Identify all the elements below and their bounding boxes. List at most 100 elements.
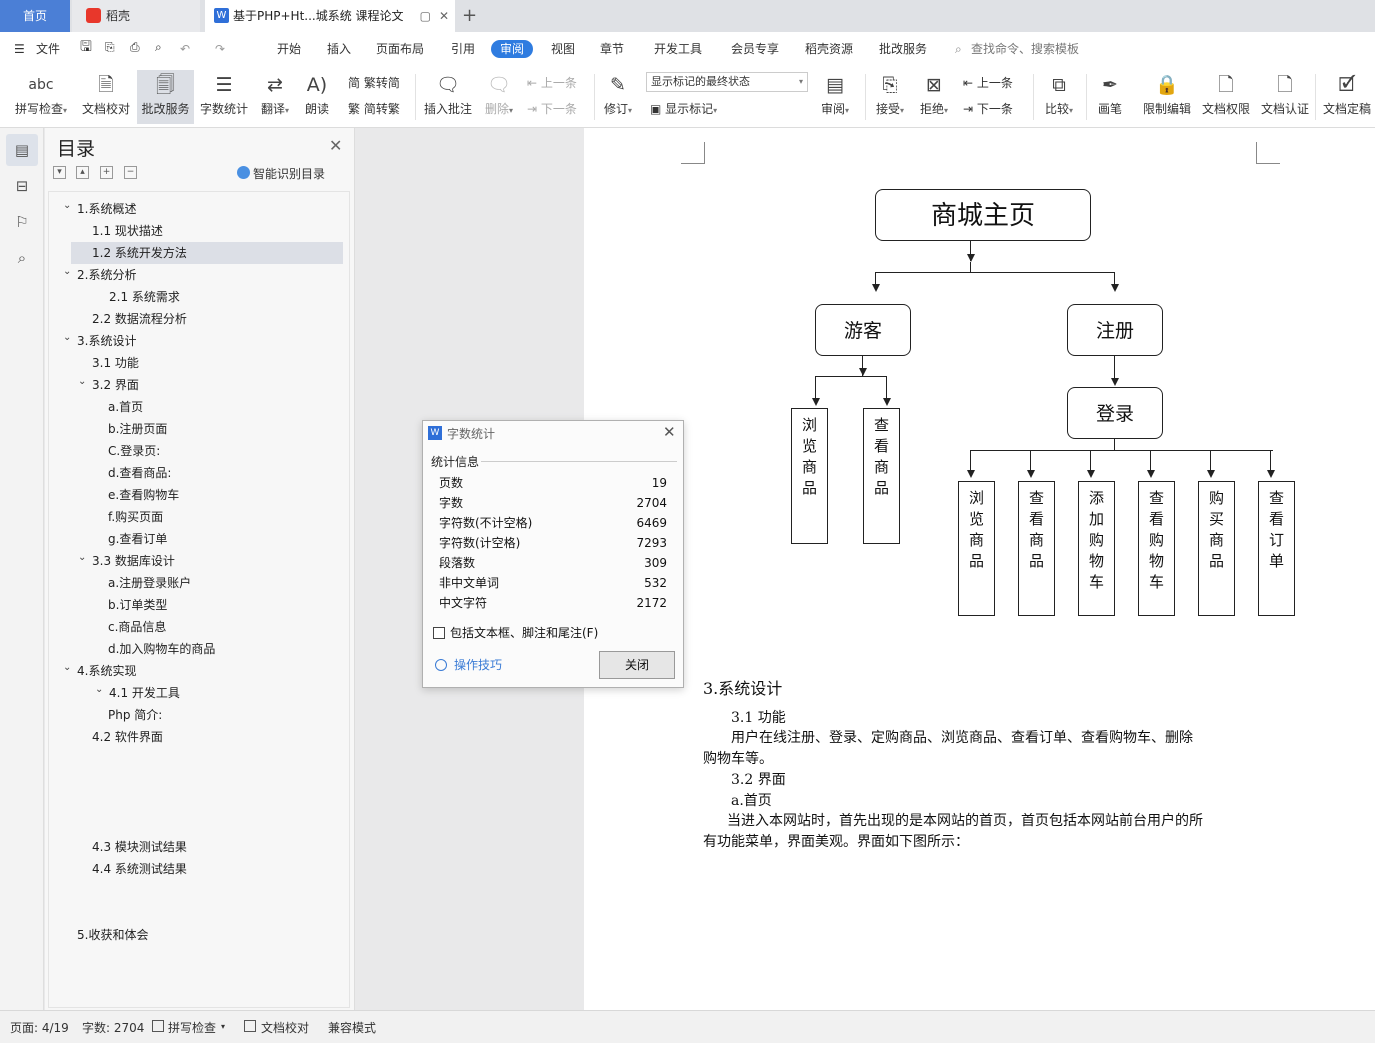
monitor-icon[interactable]: ▢ — [420, 0, 431, 32]
toc-item[interactable]: 4.4 系统测试结果 — [92, 858, 187, 880]
bookmark-icon[interactable]: ⚐ — [12, 212, 32, 232]
toc-item[interactable]: 3.3 数据库设计 — [92, 550, 175, 572]
simp-to-trad-button[interactable]: 繁 简转繁 — [348, 100, 400, 118]
toc-item[interactable]: C.登录页: — [108, 440, 160, 462]
tab-home[interactable]: 首页 — [0, 0, 70, 32]
toc-item[interactable]: 1.1 现状描述 — [92, 220, 163, 242]
expand-up-icon[interactable]: ▴ — [76, 166, 89, 179]
proofread-status[interactable]: 文档校对 — [261, 1019, 309, 1036]
toc-item[interactable]: 4.1 开发工具 — [109, 682, 180, 704]
prev-change-button[interactable]: ⇤ 上一条 — [963, 74, 1013, 92]
toc-item[interactable]: 3.1 功能 — [92, 352, 139, 374]
toc-item[interactable]: d.查看商品: — [108, 462, 171, 484]
doc-cert-button[interactable]: 🗋 文档认证 — [1258, 70, 1312, 124]
toc-icon[interactable]: ▤ — [12, 140, 32, 160]
toc-item[interactable]: 2.系统分析 — [77, 264, 136, 286]
pen-button[interactable]: ✒ 画笔 — [1094, 70, 1126, 124]
revise-button[interactable]: ✎ 修订▾ — [600, 70, 636, 124]
markup-state-select[interactable]: 显示标记的最终状态 ▾ — [646, 72, 808, 92]
toc-item[interactable]: c.商品信息 — [108, 616, 166, 638]
menu-reference[interactable]: 引用 — [451, 40, 475, 58]
menu-file[interactable]: 文件 — [36, 40, 60, 58]
tab-daoke[interactable]: 稻壳 — [72, 0, 200, 32]
menu-correction[interactable]: 批改服务 — [879, 40, 927, 58]
reject-button[interactable]: ⊠ 拒绝▾ — [915, 70, 953, 124]
toc-item[interactable]: 2.2 数据流程分析 — [92, 308, 187, 330]
spell-check-status[interactable]: 拼写检查 — [168, 1019, 216, 1036]
close-icon[interactable]: ✕ — [329, 136, 342, 155]
chevron-down-icon[interactable]: ⌄ — [78, 552, 86, 563]
document-page[interactable]: 商城主页 游客 注册浏览商品查看商品登录浏览商品查看商品添加购物车查看购物车购买商品… — [584, 128, 1375, 1010]
menu-devtools[interactable]: 开发工具 — [654, 40, 702, 58]
toc-item[interactable]: a.首页 — [108, 396, 143, 418]
collapse-all-icon[interactable]: ▾ — [53, 166, 66, 179]
chevron-down-icon[interactable]: ⌄ — [63, 200, 71, 211]
toc-item[interactable]: 4.系统实现 — [77, 660, 136, 682]
menu-member[interactable]: 会员专享 — [731, 40, 779, 58]
prev-comment-button[interactable]: ⇤ 上一条 — [527, 74, 577, 92]
smart-toc-button[interactable]: 智能识别目录 — [237, 165, 325, 182]
trad-to-simp-button[interactable]: 简 繁转简 — [348, 74, 400, 92]
restrict-edit-button[interactable]: 🔒 限制编辑 — [1140, 70, 1194, 124]
menu-start[interactable]: 开始 — [277, 40, 301, 58]
toc-item[interactable]: 4.2 软件界面 — [92, 726, 163, 748]
delete-comment-button[interactable]: 🗨 删除▾ — [480, 70, 518, 124]
menu-view[interactable]: 视图 — [551, 40, 575, 58]
menu-chapter[interactable]: 章节 — [600, 40, 624, 58]
menu-insert[interactable]: 插入 — [327, 40, 351, 58]
chevron-down-icon[interactable]: ⌄ — [95, 684, 103, 695]
compare-button[interactable]: ⧉ 比较▾ — [1040, 70, 1078, 124]
toc-item[interactable]: b.注册页面 — [108, 418, 167, 440]
review-button[interactable]: ▤ 审阅▾ — [816, 70, 854, 124]
toc-item[interactable]: d.加入购物车的商品 — [108, 638, 215, 660]
close-icon[interactable]: ✕ — [663, 423, 676, 441]
search-icon[interactable]: ⌕ — [12, 248, 32, 268]
toc-item[interactable]: 2.1 系统需求 — [109, 286, 180, 308]
toc-item[interactable]: Php 简介: — [108, 704, 162, 726]
include-textbox-checkbox[interactable] — [433, 627, 445, 639]
page-indicator[interactable]: 页面: 4/19 — [10, 1019, 69, 1036]
print-icon[interactable]: ⎙ — [130, 38, 140, 56]
chevron-down-icon[interactable]: ⌄ — [63, 266, 71, 277]
toc-item[interactable]: 1.2 系统开发方法 — [92, 242, 187, 264]
add-icon[interactable]: + — [100, 166, 113, 179]
proofread-button[interactable]: 🗎 文档校对 — [80, 70, 132, 124]
toc-item[interactable]: g.查看订单 — [108, 528, 167, 550]
navigation-icon[interactable]: ⊟ — [12, 176, 32, 196]
chevron-down-icon[interactable]: ▾ — [221, 1022, 225, 1031]
toc-item[interactable]: 1.系统概述 — [77, 198, 136, 220]
chevron-down-icon[interactable]: ⌄ — [63, 662, 71, 673]
insert-comment-button[interactable]: 🗨 插入批注 — [422, 70, 474, 124]
translate-button[interactable]: ⇄ 翻译▾ — [257, 70, 293, 124]
show-markup-button[interactable]: ▣ 显示标记▾ — [650, 100, 717, 120]
menu-layout[interactable]: 页面布局 — [376, 40, 424, 58]
undo-icon[interactable]: ↶ — [180, 40, 190, 58]
remove-icon[interactable]: − — [124, 166, 137, 179]
toc-item[interactable]: 5.收获和体会 — [77, 924, 148, 946]
doc-permission-button[interactable]: 🗋 文档权限 — [1200, 70, 1252, 124]
dialog-title-bar[interactable]: W 字数统计 ✕ — [423, 421, 683, 445]
menu-daoke[interactable]: 稻壳资源 — [805, 40, 853, 58]
word-count-indicator[interactable]: 字数: 2704 — [82, 1019, 144, 1036]
toc-item[interactable]: 4.3 模块测试结果 — [92, 836, 187, 858]
read-aloud-button[interactable]: A) 朗读 — [302, 70, 332, 124]
correction-service-button[interactable]: 🗐 批改服务 — [137, 70, 194, 124]
toc-item[interactable]: e.查看购物车 — [108, 484, 179, 506]
toc-item[interactable]: a.注册登录账户 — [108, 572, 191, 594]
accept-button[interactable]: ⎘ 接受▾ — [871, 70, 909, 124]
next-comment-button[interactable]: ⇥ 下一条 — [527, 100, 577, 118]
toc-item[interactable]: b.订单类型 — [108, 594, 167, 616]
doc-finalize-button[interactable]: 🗹 文档定稿 — [1320, 70, 1374, 124]
new-tab-button[interactable]: + — [462, 0, 482, 32]
export-icon[interactable]: ⎘ — [105, 38, 115, 56]
close-button[interactable]: 关闭 — [599, 651, 675, 679]
chevron-down-icon[interactable]: ⌄ — [78, 376, 86, 387]
toc-item[interactable]: f.购买页面 — [108, 506, 163, 528]
preview-icon[interactable]: ⌕ — [155, 38, 162, 56]
tab-document[interactable]: W 基于PHP+Ht...城系统 课程论文 ▢ ✕ — [205, 0, 455, 32]
toc-item[interactable]: 3.系统设计 — [77, 330, 136, 352]
menu-review[interactable]: 审阅 — [491, 40, 534, 58]
chevron-down-icon[interactable]: ⌄ — [63, 332, 71, 343]
close-tab-icon[interactable]: ✕ — [439, 0, 449, 32]
search-commands[interactable]: 查找命令、搜索模板 — [971, 40, 1079, 58]
